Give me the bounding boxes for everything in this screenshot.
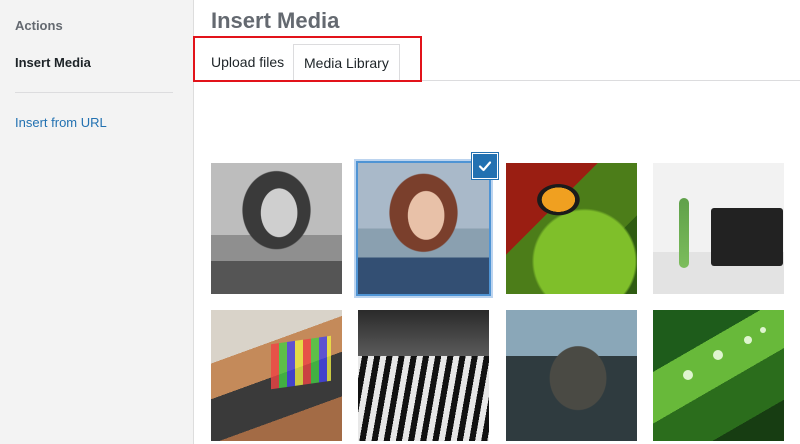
sidebar-item-insert-media[interactable]: Insert Media xyxy=(15,55,91,70)
media-thumbnail-dew-leaf[interactable] xyxy=(653,310,784,441)
sidebar-separator xyxy=(15,92,173,93)
media-thumbnail-elephant[interactable] xyxy=(506,310,637,441)
butterfly-image xyxy=(506,163,637,294)
portrait-color-image xyxy=(358,163,489,294)
page-title: Insert Media xyxy=(211,8,340,33)
highlight-box xyxy=(193,36,422,82)
zebras-image xyxy=(358,310,489,441)
media-thumbnail-laptop-typing[interactable] xyxy=(211,310,342,441)
media-thumbnail-laptop-plant[interactable] xyxy=(653,163,784,294)
sidebar: Actions Insert Media Insert from URL xyxy=(0,0,194,444)
sidebar-item-insert-from-url[interactable]: Insert from URL xyxy=(15,115,107,130)
checkmark-icon[interactable] xyxy=(473,154,497,178)
dew-leaf-image xyxy=(653,310,784,441)
media-thumbnail-zebras[interactable] xyxy=(358,310,489,441)
media-thumbnail-portrait-color[interactable] xyxy=(356,161,491,296)
portrait-bw-image xyxy=(211,163,342,294)
laptop-typing-image xyxy=(211,310,342,441)
elephant-image xyxy=(506,310,637,441)
laptop-plant-image xyxy=(653,163,784,294)
media-thumbnail-portrait-bw[interactable] xyxy=(211,163,342,294)
media-thumbnail-butterfly[interactable] xyxy=(506,163,637,294)
sidebar-heading: Actions xyxy=(15,18,63,33)
